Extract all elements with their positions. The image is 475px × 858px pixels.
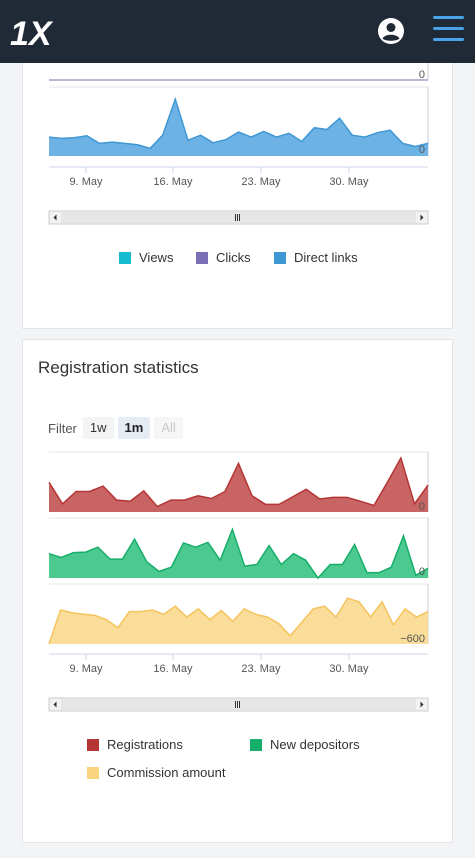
x-tick-label: 9. May [69,663,103,675]
legend-label: Direct links [294,250,358,265]
x-tick-label: 9. May [69,176,103,188]
svg-text:1X: 1X [10,15,54,48]
commission-amount-swatch [87,766,99,779]
x-axis-ticks: 9. May 16. May 23. May 30. May [69,654,369,675]
x-tick-label: 23. May [241,176,281,188]
legend-item-commission-amount[interactable]: Commission amount [87,765,226,780]
direct-links-axis-label: 0 [419,144,425,156]
legend-label: Clicks [216,250,251,265]
legend-label: Registrations [107,737,183,752]
commission-series [48,597,429,645]
commission-axis-label: −600 [400,633,425,645]
x-tick-label: 30. May [329,663,369,675]
legend-item-views[interactable]: Views [119,250,173,265]
registrations-swatch [87,738,99,751]
legend-label: Views [139,250,174,265]
hamburger-menu-icon[interactable] [433,16,464,44]
legend-label: Commission amount [107,765,226,780]
legend-label: New depositors [270,737,360,752]
legend-item-new-depositors[interactable]: New depositors [250,737,360,752]
traffic-statistics-card: 0 0 9. May 16. May 23. May 30. May Views Cl… [22,63,453,329]
legend-item-clicks[interactable]: Clicks [196,250,251,265]
traffic-chart: 0 0 9. May 16. May 23. May 30. May [48,63,429,225]
commission-area [49,598,428,644]
new-depositors-swatch [250,738,262,751]
x-tick-label: 30. May [329,176,369,188]
clicks-swatch [196,251,208,264]
direct-links-series [48,96,429,156]
direct-links-area [49,99,428,156]
x-tick-label: 23. May [241,663,281,675]
direct-links-swatch [274,251,286,264]
logo[interactable]: 1X [10,14,70,53]
registrations-axis-label: 0 [419,501,425,513]
x-axis-ticks: 9. May 16. May 23. May 30. May [69,167,369,188]
navigator-scrollbar[interactable] [48,697,429,712]
x-tick-label: 16. May [153,663,193,675]
legend-item-direct-links[interactable]: Direct links [274,250,358,265]
user-account-icon[interactable] [377,17,405,45]
views-swatch [119,251,131,264]
new-depositors-series [48,527,429,580]
navigator-scrollbar[interactable] [48,210,429,225]
new-depositors-axis-label: 0 [419,566,425,578]
views-axis-label: 0 [419,69,425,81]
new-depositors-area [49,529,428,578]
registrations-series [48,456,429,512]
registration-statistics-card: Registration statistics Filter 1w 1m All… [22,339,453,843]
x-tick-label: 16. May [153,176,193,188]
legend-item-registrations[interactable]: Registrations [87,737,183,752]
top-bar: 1X [0,0,475,63]
